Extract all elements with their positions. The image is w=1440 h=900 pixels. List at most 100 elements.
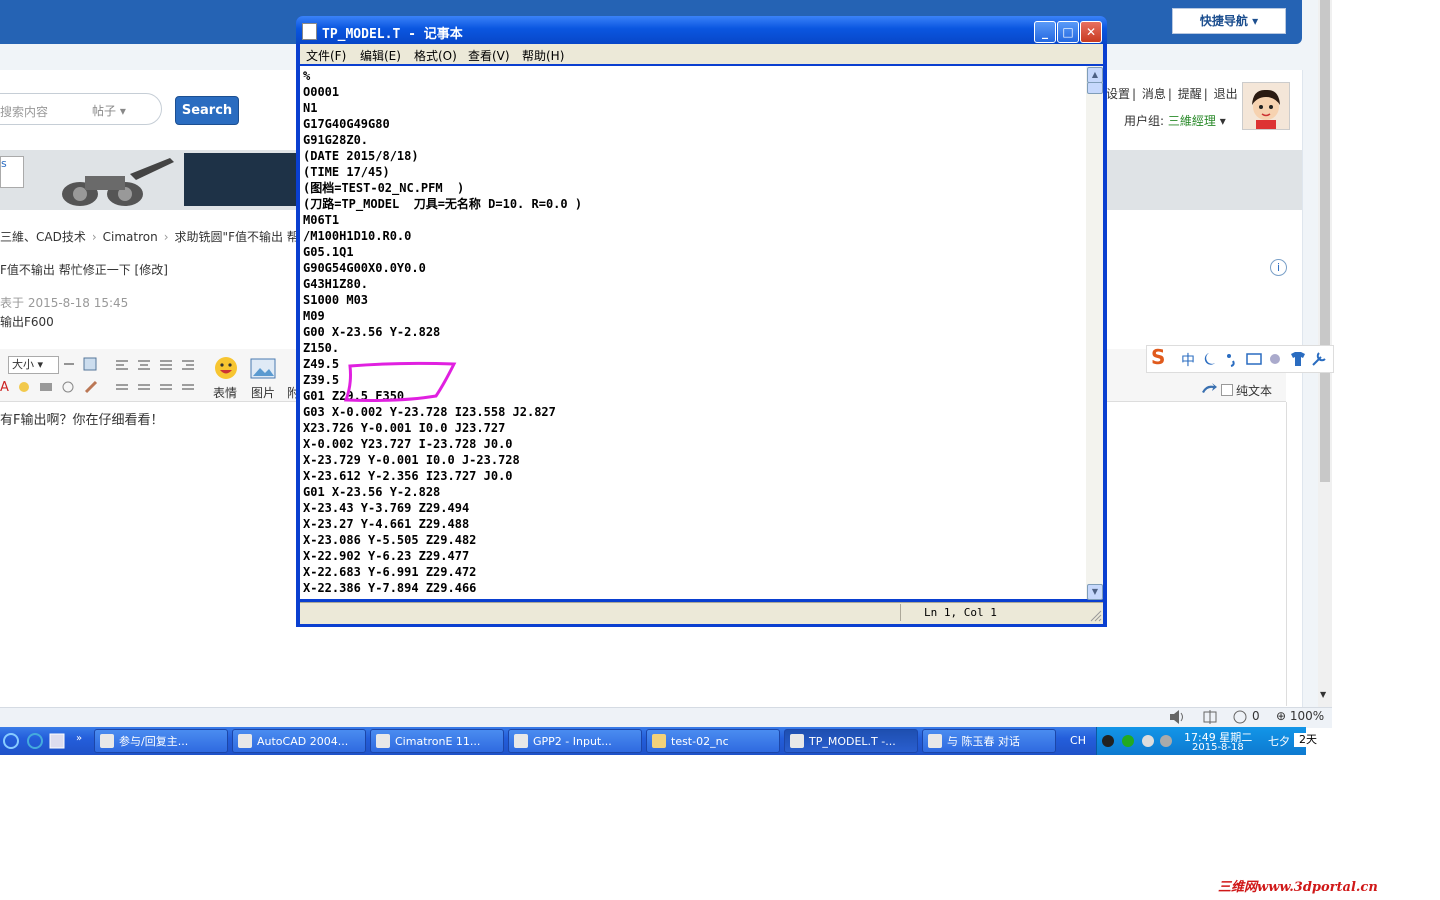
editor-format-icons[interactable] [60, 356, 100, 372]
notepad-scrollbar[interactable] [1086, 66, 1103, 599]
taskbar-item-label: TP_MODEL.T -... [809, 735, 896, 748]
scroll-up-icon[interactable]: ▲ [1087, 67, 1103, 83]
taskbar-item-notepad[interactable]: TP_MODEL.T -... [784, 729, 918, 753]
image-icon[interactable] [250, 358, 276, 380]
cursor-position: Ln 1, Col 1 [924, 606, 997, 619]
file-content: % O0001 N1 G17G40G49G80 G91G28Z0. (DATE … [303, 69, 583, 595]
font-size-select[interactable]: 大小 ▾ [8, 356, 59, 374]
menu-file[interactable]: 文件(F) [306, 47, 346, 64]
taskbar-item-label: 与 陈玉春 对话 [947, 735, 1020, 748]
align-icons[interactable] [114, 357, 198, 397]
ime-tool-icons[interactable] [1203, 351, 1329, 367]
language-indicator[interactable]: CH [1060, 727, 1096, 755]
tray-icons[interactable] [1100, 731, 1176, 751]
maximize-button[interactable]: □ [1057, 21, 1079, 43]
menu-format[interactable]: 格式(O) [414, 47, 457, 64]
logout-link[interactable]: 退出 [1214, 87, 1238, 101]
quick-nav-label: 快捷导航 [1199, 14, 1248, 28]
cimatron-icon [376, 734, 390, 748]
avatar[interactable] [1242, 82, 1290, 130]
taskbar-item-cimatron[interactable]: CimatronE 11... [370, 729, 504, 753]
autocad-icon [238, 734, 252, 748]
taskbar-item-label: CimatronE 11... [395, 735, 481, 748]
font-size-label: 大小 [12, 358, 34, 371]
status-divider [900, 604, 901, 621]
resize-grip-icon[interactable] [1090, 610, 1102, 622]
reply-text[interactable]: 有F输出啊？你在仔细看看！ [0, 409, 163, 428]
taskbar-item-label: GPP2 - Input... [533, 735, 612, 748]
scroll-down-icon[interactable]: ▼ [1320, 690, 1326, 699]
site-watermark: 三维网www.3dportal.cn [1218, 880, 1378, 895]
chat-icon [928, 734, 942, 748]
taskbar-item-gpp2[interactable]: GPP2 - Input... [508, 729, 642, 753]
close-button[interactable]: ✕ [1080, 21, 1102, 43]
user-group-value[interactable]: 三維經理 [1168, 114, 1216, 128]
user-links: 设置 | 消息 | 提醒 | 退出 [1106, 87, 1238, 101]
status-icons[interactable] [1168, 709, 1258, 725]
notepad-menu-bar: 文件(F) 编辑(E) 格式(O) 查看(V) 帮助(H) [300, 44, 1103, 64]
breadcrumb: 三維、CAD技术 › Cimatron › 求助铣圆"F值不输出 帮 [0, 230, 299, 244]
highlight-markup [343, 361, 457, 402]
post-quote: 输出F600 [0, 315, 54, 329]
breadcrumb-item[interactable]: 求助铣圆"F值不输出 帮 [175, 230, 299, 244]
menu-help[interactable]: 帮助(H) [522, 47, 564, 64]
festival-days: 2天 [1294, 733, 1322, 747]
clock-date[interactable]: 2015-8-18 [1192, 742, 1244, 753]
gpp2-icon [514, 734, 528, 748]
banner-robot-image [62, 158, 174, 206]
notepad-text-area[interactable]: % O0001 N1 G17G40G49G80 G91G28Z0. (DATE … [300, 66, 1086, 599]
window-title: TP_MODEL.T - 记事本 [322, 27, 463, 42]
sogou-logo-icon: S [1151, 345, 1166, 369]
breadcrumb-item[interactable]: 三維、CAD技术 [0, 230, 86, 244]
zoom-value: 100% [1289, 709, 1325, 723]
svg-text:A: A [0, 380, 9, 395]
emotion-icon[interactable] [214, 356, 238, 380]
ime-mode[interactable]: 中 [1181, 350, 1195, 370]
svg-text:»: » [76, 733, 82, 744]
post-title: F值不输出 帮忙修正一下 [修改] [0, 263, 168, 277]
plain-text-label: 纯文本 [1236, 384, 1273, 398]
banner-box: s [0, 156, 24, 188]
taskbar-item-reply[interactable]: 参与/回复主... [94, 729, 228, 753]
user-group-label: 用户组: [1124, 114, 1165, 128]
quick-launch-icons[interactable]: » [2, 731, 88, 751]
settings-link[interactable]: 设置 [1106, 87, 1130, 101]
menu-view[interactable]: 查看(V) [468, 47, 510, 64]
plain-text-checkbox[interactable] [1221, 384, 1233, 396]
folder-icon [652, 734, 666, 748]
minimize-button[interactable]: _ [1034, 21, 1056, 43]
ime-toolbar[interactable]: S 中 [1146, 345, 1334, 373]
text-color-icons[interactable]: A [0, 378, 104, 396]
taskbar-item-label: AutoCAD 2004... [257, 735, 349, 748]
avatar-image [1252, 89, 1280, 129]
taskbar-item-autocad[interactable]: AutoCAD 2004... [232, 729, 366, 753]
notepad-icon[interactable] [302, 23, 317, 40]
search-type-select[interactable]: 帖子 ▾ [92, 102, 126, 119]
breadcrumb-item[interactable]: Cimatron [103, 230, 158, 244]
notepad-scroll-thumb[interactable] [1087, 82, 1103, 94]
image-label[interactable]: 图片 [251, 384, 275, 401]
search-button[interactable]: Search [175, 96, 239, 125]
emotion-label[interactable]: 表情 [213, 384, 237, 401]
expand-arrow-icon[interactable] [1200, 382, 1218, 396]
banner-dark-panel [184, 153, 304, 206]
browser-icon [100, 734, 114, 748]
taskbar-item-chat[interactable]: 与 陈玉春 对话 [922, 729, 1056, 753]
zoom-level[interactable]: ⊕ 100% [1276, 709, 1324, 723]
scroll-down-icon[interactable]: ▼ [1087, 584, 1103, 600]
taskbar-item-label: test-02_nc [671, 735, 729, 748]
taskbar-item-label: 参与/回复主... [119, 735, 189, 748]
browser-scroll-thumb[interactable] [1320, 0, 1330, 482]
search-placeholder: 搜索内容 [0, 105, 49, 119]
status-count: 0 [1252, 709, 1260, 723]
menu-edit[interactable]: 编辑(E) [360, 47, 401, 64]
quick-nav-button[interactable]: 快捷导航 ▾ [1172, 8, 1286, 34]
messages-link[interactable]: 消息 [1142, 87, 1166, 101]
info-icon[interactable]: i [1270, 259, 1287, 276]
taskbar-item-folder[interactable]: test-02_nc [646, 729, 780, 753]
search-type-label: 帖子 [92, 104, 117, 118]
browser-status-bar [0, 707, 1332, 728]
notifications-link[interactable]: 提醒 [1178, 87, 1202, 101]
notepad-icon [790, 734, 804, 748]
festival-label: 七夕 [1268, 735, 1290, 748]
